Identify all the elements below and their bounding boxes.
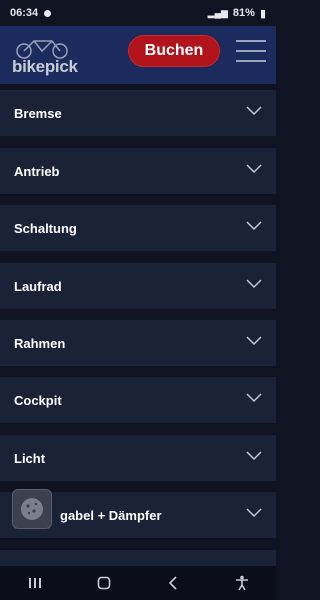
chevron-down-icon xyxy=(246,393,262,403)
home-icon[interactable] xyxy=(89,573,119,593)
logo[interactable]: bikepick xyxy=(10,35,86,76)
accordion-item-schaltung[interactable]: Schaltung xyxy=(0,205,276,251)
back-icon[interactable] xyxy=(158,573,188,593)
chevron-down-icon xyxy=(246,336,262,346)
status-time: 06:34 xyxy=(10,7,39,19)
chevron-down-icon xyxy=(246,451,262,461)
bicycle-logo-icon xyxy=(16,40,68,59)
chevron-down-icon xyxy=(246,279,262,289)
accordion-item-cockpit[interactable]: Cockpit xyxy=(0,377,276,423)
cookie-settings-button[interactable] xyxy=(12,489,52,529)
app-header: bikepick Buchen xyxy=(0,26,276,84)
chevron-down-icon xyxy=(246,221,262,231)
status-bar: 06:34 ▂▄▆ 81% ▮ xyxy=(0,0,276,26)
accordion-item-label: Schaltung xyxy=(14,220,77,236)
accordion-item-label: Cockpit xyxy=(14,392,62,408)
notification-icon xyxy=(44,9,52,17)
chevron-down-icon xyxy=(246,508,262,518)
accordion-item-partial[interactable] xyxy=(0,550,276,566)
accordion-item-licht[interactable]: Licht xyxy=(0,435,276,481)
recent-apps-icon[interactable] xyxy=(20,573,50,593)
accordion-item-label: Licht xyxy=(14,450,46,466)
battery-icon: ▮ xyxy=(259,7,266,20)
accordion-item-label: Bremse xyxy=(14,105,62,121)
accessibility-icon[interactable] xyxy=(227,573,257,593)
accordion-item-label: Laufrad xyxy=(14,278,62,294)
status-indicators: ▂▄▆ 81% ▮ xyxy=(208,7,266,20)
chevron-down-icon xyxy=(246,106,262,116)
hamburger-menu-icon[interactable] xyxy=(236,40,266,62)
accordion-item-rahmen[interactable]: Rahmen xyxy=(0,320,276,366)
accordion-item-laufrad[interactable]: Laufrad xyxy=(0,263,276,309)
battery-level: 81% xyxy=(232,7,255,19)
accordion-item-bremse[interactable]: Bremse xyxy=(0,90,276,136)
accordion-item-label: Antrieb xyxy=(14,163,60,179)
book-button[interactable]: Buchen xyxy=(128,35,220,67)
cookie-icon xyxy=(21,498,43,520)
accordion-item-antrieb[interactable]: Antrieb xyxy=(0,148,276,194)
system-navigation-bar xyxy=(0,566,276,600)
accordion-item-label: gabel + Dämpfer xyxy=(60,507,162,523)
signal-icon: ▂▄▆ xyxy=(207,7,228,18)
logo-text: bikepick xyxy=(12,57,78,76)
accordion-item-label: Rahmen xyxy=(14,335,66,351)
chevron-down-icon xyxy=(246,164,262,174)
